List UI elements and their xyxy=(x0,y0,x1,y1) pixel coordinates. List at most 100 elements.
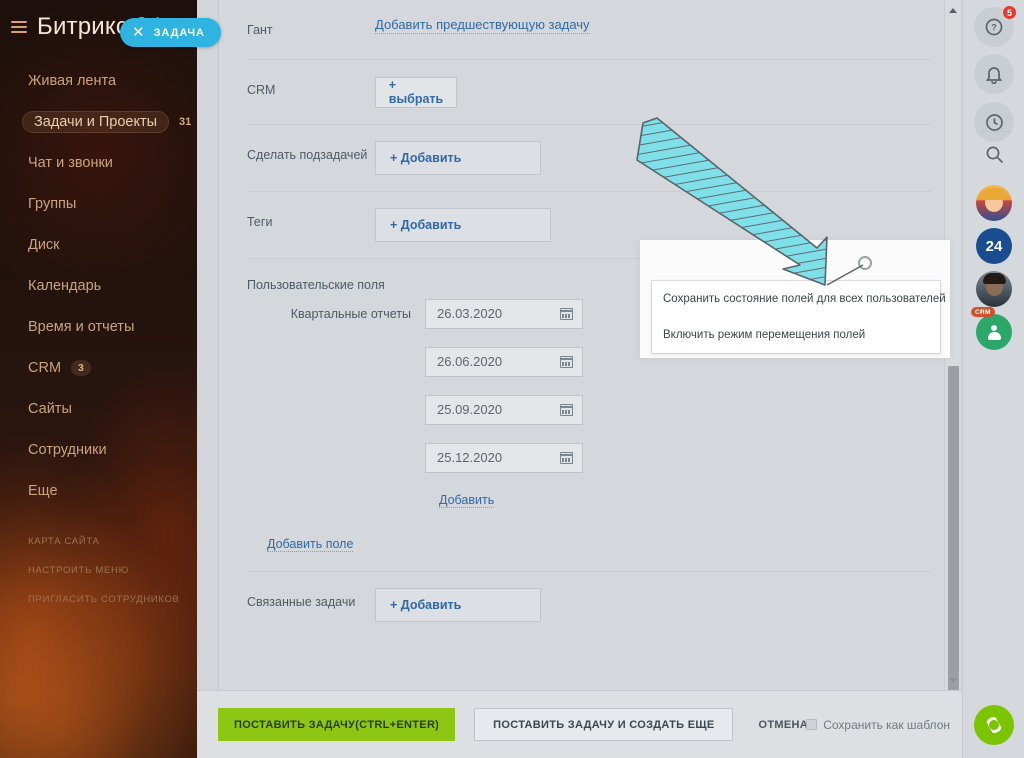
sidebar-item-live-feed[interactable]: Живая лента xyxy=(0,60,197,101)
calendar-icon[interactable] xyxy=(560,355,573,368)
menu-item-save-fields-state[interactable]: Сохранить состояние полей для всех польз… xyxy=(652,281,946,317)
crm-tag-badge: CRM xyxy=(971,307,995,317)
crm-select-button[interactable]: + выбрать xyxy=(375,76,457,108)
sidebar-item-label: CRM xyxy=(28,359,62,376)
sidebar-item-more[interactable]: Еще xyxy=(0,470,197,511)
field-value-tags: + Добавить xyxy=(375,207,931,242)
field-label-quarterly-reports: Квартальные отчеты xyxy=(290,306,411,321)
cancel-button[interactable]: ОТМЕНА xyxy=(758,719,807,731)
sidebar-badge-tasks: 31 xyxy=(179,115,192,128)
task-tab-label: ЗАДАЧА xyxy=(153,26,205,39)
user-field-row: 25.12.2020 xyxy=(247,442,931,473)
avatar xyxy=(976,271,1012,307)
sidebar-item-invite-employees[interactable]: ПРИГЛАСИТЬ СОТРУДНИКОВ xyxy=(0,585,197,614)
date-input-value: 25.09.2020 xyxy=(437,402,503,418)
sidebar-item-groups[interactable]: Группы xyxy=(0,183,197,224)
field-label-subtask: Сделать подзадачей xyxy=(247,147,368,162)
calendar-icon[interactable] xyxy=(560,307,573,320)
avatar xyxy=(976,314,1012,350)
form-row-subtask: Сделать подзадачей + Добавить xyxy=(247,125,931,192)
clock-icon xyxy=(985,113,1003,131)
help-icon: ? xyxy=(985,18,1003,36)
sidebar-item-tasks-projects[interactable]: Задачи и Проекты 31 xyxy=(0,101,197,142)
checkbox-label: Сохранить как шаблон xyxy=(823,717,950,732)
bell-icon xyxy=(985,66,1003,84)
tags-add-button[interactable]: + Добавить xyxy=(375,207,551,242)
field-label-crm: CRM xyxy=(247,83,276,97)
add-field-link[interactable]: Добавить поле xyxy=(267,537,354,552)
person-icon xyxy=(987,324,1001,340)
subtask-add-button[interactable]: + Добавить xyxy=(375,140,541,175)
sidebar-item-label: Время и отчеты xyxy=(28,318,135,335)
date-input-value: 25.12.2020 xyxy=(437,450,503,466)
phone-icon xyxy=(985,716,1003,734)
user-field-row: 25.09.2020 xyxy=(247,394,931,425)
field-label-gantt: Гант xyxy=(247,23,273,37)
right-icon-rail: ? 5 24 CRM xyxy=(962,0,1024,758)
calendar-icon[interactable] xyxy=(560,403,573,416)
sidebar-badge-crm: 3 xyxy=(71,359,91,376)
field-value-crm: + выбрать xyxy=(375,76,931,108)
field-label-related-tasks: Связанные задачи xyxy=(247,594,356,609)
task-tab-pill[interactable]: ✕ ЗАДАЧА xyxy=(120,18,221,47)
field-label-user-fields: Пользовательские поля xyxy=(247,277,385,292)
create-task-and-more-button[interactable]: ПОСТАВИТЬ ЗАДАЧУ И СОЗДАТЬ ЕЩЕ xyxy=(474,708,734,741)
help-button[interactable]: ? 5 xyxy=(974,5,1017,47)
sidebar-item-crm[interactable]: CRM 3 xyxy=(0,347,197,388)
bitrix24-avatar[interactable]: 24 xyxy=(974,226,1014,266)
avatar xyxy=(976,185,1012,221)
add-field-row: Добавить поле xyxy=(247,523,931,571)
sidebar-item-calendar[interactable]: Календарь xyxy=(0,265,197,306)
sidebar-item-disk[interactable]: Диск xyxy=(0,224,197,265)
date-input-q2[interactable]: 26.06.2020 xyxy=(425,346,583,377)
sidebar-item-label: Сайты xyxy=(28,400,72,417)
sidebar-item-label: Задачи и Проекты xyxy=(22,110,170,133)
add-value-link[interactable]: Добавить xyxy=(439,493,495,508)
sidebar-item-sitemap[interactable]: КАРТА САЙТА xyxy=(0,527,197,556)
app-screen: Битрикс 24 Живая лента Задачи и Проекты … xyxy=(0,0,1024,758)
field-settings-context-menu: Сохранить состояние полей для всех польз… xyxy=(652,281,946,353)
sidebar-item-label: Живая лента xyxy=(28,72,117,89)
date-input-q4[interactable]: 25.12.2020 xyxy=(425,442,583,473)
form-row-crm: CRM + выбрать xyxy=(247,60,931,125)
sidebar-item-label: Сотрудники xyxy=(28,441,107,458)
close-icon[interactable]: ✕ xyxy=(132,25,145,40)
notifications-button[interactable] xyxy=(974,54,1014,94)
date-input-value: 26.03.2020 xyxy=(437,306,503,322)
add-value-row: Добавить xyxy=(439,491,931,509)
call-button[interactable] xyxy=(974,705,1014,745)
avatar: 24 xyxy=(976,228,1012,264)
scroll-up-arrow-icon[interactable] xyxy=(948,5,958,15)
related-tasks-add-button[interactable]: + Добавить xyxy=(375,587,541,622)
form-row-related-tasks: Связанные задачи + Добавить xyxy=(247,570,931,638)
checkbox-box[interactable] xyxy=(806,719,818,730)
sidebar-item-configure-menu[interactable]: НАСТРОИТЬ МЕНЮ xyxy=(0,556,197,585)
crm-contact-avatar[interactable]: CRM xyxy=(971,307,1014,352)
sidebar-item-employees[interactable]: Сотрудники xyxy=(0,429,197,470)
menu-item-enable-move-mode[interactable]: Включить режим перемещения полей xyxy=(652,317,940,353)
add-predecessor-task-link[interactable]: Добавить предшествующую задачу xyxy=(375,17,590,34)
field-value-related-tasks: + Добавить xyxy=(375,587,931,622)
calendar-icon[interactable] xyxy=(560,451,573,464)
form-row-gantt: Гант Добавить предшествующую задачу xyxy=(247,0,931,60)
save-as-template-checkbox[interactable]: Сохранить как шаблон xyxy=(806,718,950,732)
svg-text:?: ? xyxy=(991,23,997,33)
rail-divider xyxy=(976,131,1012,132)
main-area: Гант Добавить предшествующую задачу CRM … xyxy=(197,0,1024,758)
create-task-button[interactable]: ПОСТАВИТЬ ЗАДАЧУ(CTRL+ENTER) xyxy=(218,708,456,741)
user-avatar-2[interactable] xyxy=(974,269,1014,309)
sidebar-item-label: Группы xyxy=(28,195,77,212)
date-input-q3[interactable]: 25.09.2020 xyxy=(425,394,583,425)
search-button[interactable] xyxy=(974,134,1014,174)
date-input-q1[interactable]: 26.03.2020 xyxy=(425,298,583,329)
left-sidebar: Битрикс 24 Живая лента Задачи и Проекты … xyxy=(0,0,197,758)
hamburger-menu-icon[interactable] xyxy=(11,21,27,33)
field-label-tags: Теги xyxy=(247,214,273,229)
sidebar-item-time-reports[interactable]: Время и отчеты xyxy=(0,306,197,347)
scroll-down-arrow-icon[interactable] xyxy=(948,675,958,685)
sidebar-item-sites[interactable]: Сайты xyxy=(0,388,197,429)
sidebar-item-label: Диск xyxy=(28,236,60,253)
user-avatar-1[interactable] xyxy=(974,183,1014,223)
date-input-value: 26.06.2020 xyxy=(437,354,503,370)
sidebar-item-chat-calls[interactable]: Чат и звонки xyxy=(0,142,197,183)
